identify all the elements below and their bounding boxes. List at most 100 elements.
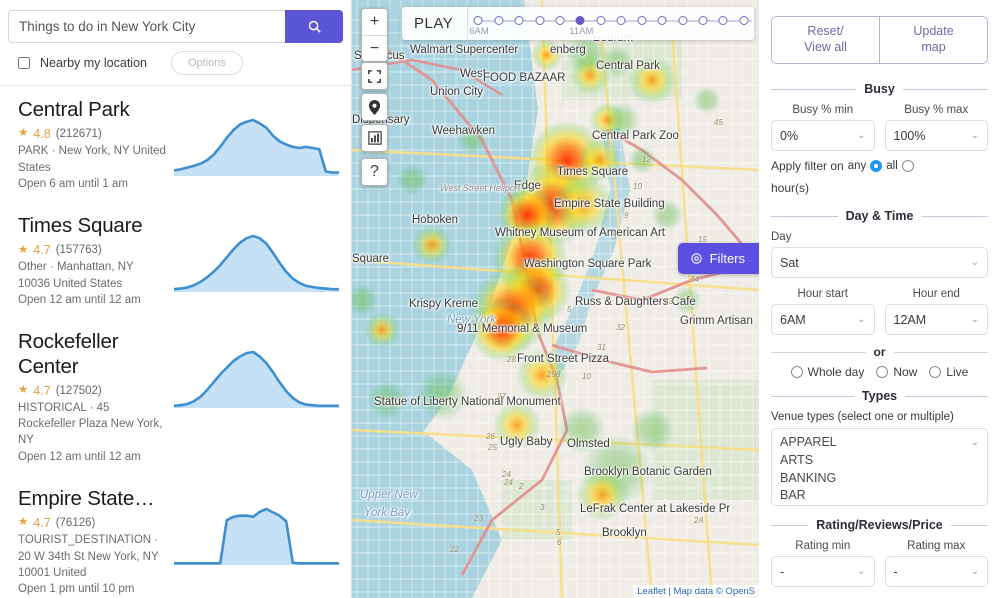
slider-tick[interactable] xyxy=(555,16,565,25)
map-pin-button[interactable] xyxy=(362,94,387,120)
time-slider[interactable]: 6AM 11AM xyxy=(469,7,752,40)
slider-tick[interactable] xyxy=(596,16,606,25)
bar-chart-button[interactable] xyxy=(362,125,387,151)
apply-filter-row: Apply filter on any all hour(s) xyxy=(771,159,988,195)
slider-tick[interactable] xyxy=(739,16,749,25)
chevron-down-icon: ⌄ xyxy=(857,314,866,325)
map-road-number: 31 xyxy=(597,343,606,352)
result-meta: PARK · New York, NY United States xyxy=(18,145,166,174)
venue-option[interactable]: BANKING xyxy=(780,470,979,488)
chevron-down-icon: ⌄ xyxy=(970,437,979,448)
venue-option[interactable]: ARTS xyxy=(780,452,979,470)
zoom-in-button[interactable]: + xyxy=(362,9,387,35)
play-button[interactable]: PLAY xyxy=(414,7,469,40)
day-value: Sat xyxy=(780,255,799,270)
map-container[interactable]: SecaucusWalmart SupercenterenbergWestFOO… xyxy=(352,0,759,598)
slider-tick[interactable] xyxy=(514,16,524,25)
venue-types-listbox[interactable]: ⌄ APPARELARTSBANKINGBARBOTANICAL_GARDEN xyxy=(771,428,988,506)
venue-option[interactable]: BAR xyxy=(780,487,979,505)
slider-tick[interactable] xyxy=(575,16,585,25)
hour-end-select[interactable]: 12AM ⌄ xyxy=(884,304,988,335)
slider-tick[interactable] xyxy=(494,16,504,25)
result-item[interactable]: Times Square ★ 4.7 (157763) Other · Manh… xyxy=(0,202,351,318)
zoom-out-button[interactable]: − xyxy=(362,35,387,61)
reset-view-all-button[interactable]: Reset/ View all xyxy=(772,17,879,63)
filters-button[interactable]: Filters xyxy=(677,243,759,274)
time-mode-radios: Whole day Now Live xyxy=(771,365,988,379)
gear-icon xyxy=(690,253,702,264)
result-name[interactable]: Times Square xyxy=(18,214,168,238)
day-select[interactable]: Sat ⌄ xyxy=(771,247,988,278)
rating-value: 4.7 xyxy=(33,383,51,398)
radio-any[interactable] xyxy=(870,160,883,172)
nearby-checkbox[interactable] xyxy=(18,57,30,69)
fullscreen-control[interactable] xyxy=(361,62,388,90)
result-item[interactable]: Rockefeller Center ★ 4.7 (127502) HISTOR… xyxy=(0,318,351,475)
locate-control[interactable] xyxy=(361,93,388,121)
app-root: Nearby my location Options Central Park … xyxy=(0,0,1000,598)
star-icon: ★ xyxy=(18,383,29,396)
slider-tick[interactable] xyxy=(657,16,667,25)
search-input[interactable] xyxy=(8,10,285,43)
chevron-down-icon: ⌄ xyxy=(857,130,866,141)
venue-option[interactable]: APPAREL xyxy=(780,434,979,452)
venue-option[interactable]: BOTANICAL_GARDEN xyxy=(780,505,979,506)
busy-fields: Busy % min 0% ⌄ Busy % max 100% ⌄ xyxy=(771,104,988,151)
help-control[interactable]: ? xyxy=(361,158,388,186)
live-option[interactable]: Live xyxy=(929,365,968,379)
result-name[interactable]: Central Park xyxy=(18,98,168,122)
busy-min-select[interactable]: 0% ⌄ xyxy=(771,120,875,151)
hour-start-label: Hour start xyxy=(797,288,849,300)
result-name[interactable]: Rockefeller Center xyxy=(18,330,168,378)
radio-live[interactable] xyxy=(929,366,942,378)
slider-tick[interactable] xyxy=(678,16,688,25)
rating-section-title: Rating/Reviews/Price xyxy=(771,518,988,532)
map-road-number: 45 xyxy=(714,118,723,127)
hour-start-select[interactable]: 6AM ⌄ xyxy=(771,304,875,335)
result-info: Rockefeller Center ★ 4.7 (127502) HISTOR… xyxy=(18,330,168,465)
map-road-number: 24 xyxy=(504,478,513,487)
map-road-number: 5 xyxy=(556,528,561,537)
slider-tick[interactable] xyxy=(718,16,728,25)
result-name[interactable]: Empire State… xyxy=(18,487,168,511)
options-button[interactable]: Options xyxy=(171,51,243,75)
help-button[interactable]: ? xyxy=(362,159,387,185)
result-meta: Other · Manhattan, NY 10036 United State… xyxy=(18,261,134,290)
filters-button-label: Filters xyxy=(709,251,745,266)
zoom-controls[interactable]: + − xyxy=(361,8,388,62)
map-attribution[interactable]: Leaflet | Map data © OpenS xyxy=(633,585,759,598)
chevron-down-icon: ⌄ xyxy=(970,130,979,141)
radio-all[interactable] xyxy=(901,160,914,172)
map-road-number: 23 xyxy=(474,514,483,523)
now-option[interactable]: Now xyxy=(876,365,917,379)
slider-tick[interactable] xyxy=(535,16,545,25)
rating-max-label: Rating max xyxy=(907,540,966,552)
map-road-number: 12 xyxy=(642,155,651,164)
slider-tick[interactable] xyxy=(616,16,626,25)
timeline-bar[interactable]: PLAY 6AM 11AM xyxy=(402,7,754,40)
bar-chart-icon xyxy=(367,131,382,145)
slider-tick[interactable] xyxy=(698,16,708,25)
whole-day-option[interactable]: Whole day xyxy=(790,365,864,379)
update-map-button[interactable]: Update map xyxy=(879,17,987,63)
search-button[interactable] xyxy=(285,10,343,43)
radio-whole-day[interactable] xyxy=(790,366,803,378)
chart-control[interactable] xyxy=(361,124,388,152)
slider-tick[interactable] xyxy=(473,16,483,25)
result-item[interactable]: Empire State… ★ 4.7 (76126) TOURIST_DEST… xyxy=(0,475,351,598)
result-info: Central Park ★ 4.8 (212671) PARK · New Y… xyxy=(18,98,168,192)
result-info: Times Square ★ 4.7 (157763) Other · Manh… xyxy=(18,214,168,308)
fullscreen-button[interactable] xyxy=(362,63,387,89)
filters-panel: Reset/ View all Update map Busy Busy % m… xyxy=(759,0,1000,598)
rating-min-select[interactable]: - ⌄ xyxy=(771,556,875,587)
rating-max-select[interactable]: - ⌄ xyxy=(884,556,988,587)
radio-now[interactable] xyxy=(876,366,889,378)
map-road-number: 2 xyxy=(519,482,524,491)
slider-tick[interactable] xyxy=(637,16,647,25)
result-item[interactable]: Central Park ★ 4.8 (212671) PARK · New Y… xyxy=(0,86,351,202)
apply-filter-text: Apply filter on xyxy=(771,159,844,173)
or-divider: or xyxy=(771,345,988,359)
popular-times-sparkline xyxy=(174,501,339,573)
map-road-number: 32 xyxy=(616,323,625,332)
busy-max-select[interactable]: 100% ⌄ xyxy=(884,120,988,151)
